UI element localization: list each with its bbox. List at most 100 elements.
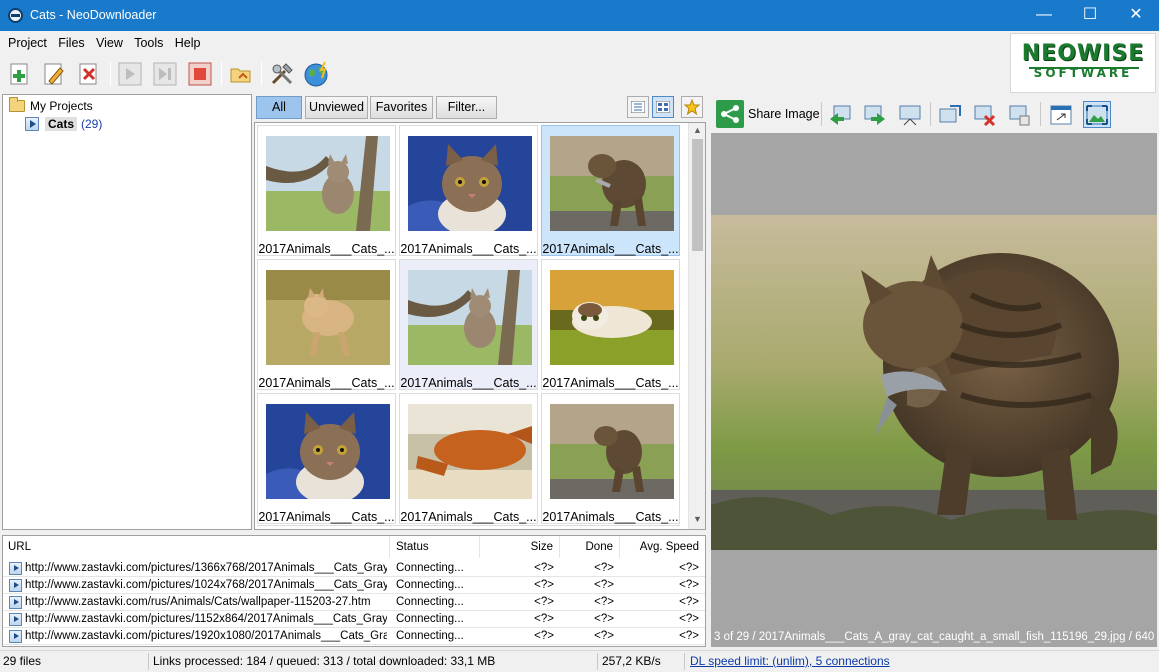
thumbnail-item[interactable]: 2017Animals___Cats_...	[399, 393, 538, 524]
tree-project-count: (29)	[81, 117, 103, 131]
next-image-icon[interactable]	[861, 101, 889, 128]
thumbnail-item[interactable]: 2017Animals___Cats_...	[399, 125, 538, 256]
download-status: Connecting...	[396, 596, 464, 608]
column-header-done[interactable]: Done	[560, 536, 620, 558]
menu-help[interactable]: Help	[167, 31, 201, 50]
speed-limit-link[interactable]: DL speed limit: (unlim), 5 connections	[690, 654, 890, 668]
column-header-size[interactable]: Size	[480, 536, 560, 558]
download-row[interactable]: http://www.zastavki.com/rus/Animals/Cats…	[3, 594, 705, 611]
thumbnail-caption: 2017Animals___Cats_...	[258, 510, 395, 524]
download-row[interactable]: http://www.zastavki.com/pictures/1920x10…	[3, 628, 705, 645]
folder-icon	[9, 97, 25, 112]
download-speed: <?>	[679, 579, 699, 591]
thumbnail-caption: 2017Animals___Cats_...	[542, 510, 679, 524]
cat-sunlit-photo	[550, 270, 674, 365]
download-status: Connecting...	[396, 613, 464, 625]
column-header-speed[interactable]: Avg. Speed	[620, 536, 705, 558]
filter-unviewed-button[interactable]: Unviewed	[305, 96, 368, 119]
column-header-status[interactable]: Status	[390, 536, 480, 558]
scroll-thumb[interactable]	[692, 139, 703, 251]
skip-icon[interactable]	[151, 60, 179, 88]
status-divider	[148, 653, 149, 670]
download-row[interactable]: http://www.zastavki.com/pictures/1366x76…	[3, 560, 705, 577]
thumbnail-item[interactable]: 2017Animals___Cats_...	[541, 259, 680, 390]
thumbnail-item[interactable]: 2017Animals___Cats_...	[257, 393, 396, 524]
delete-project-icon[interactable]	[75, 60, 103, 88]
browser-icon[interactable]	[303, 60, 331, 88]
minimize-button[interactable]: —	[1021, 0, 1067, 31]
thumbnail-item[interactable]: 2017Animals___Cats_...	[541, 393, 680, 524]
start-icon[interactable]	[116, 60, 144, 88]
edit-project-icon[interactable]	[40, 60, 68, 88]
download-size: <?>	[534, 562, 554, 574]
toolbar-separator	[110, 62, 111, 86]
maximize-button[interactable]: ☐	[1067, 0, 1113, 31]
thumbnail-view-icon[interactable]	[652, 96, 674, 118]
project-play-icon	[25, 117, 39, 131]
menu-view[interactable]: View	[88, 31, 123, 50]
download-url: http://www.zastavki.com/pictures/1366x76…	[25, 562, 387, 574]
download-url: http://www.zastavki.com/rus/Animals/Cats…	[25, 596, 371, 608]
download-status-icon	[9, 579, 22, 592]
tree-project-cats[interactable]: Cats (29)	[25, 115, 102, 133]
app-icon	[8, 8, 23, 23]
thumbnail-caption: 2017Animals___Cats_...	[400, 376, 537, 390]
toolbar-separator	[261, 62, 262, 86]
favorite-star-icon[interactable]	[681, 96, 703, 118]
status-bar: 29 files Links processed: 184 / queued: …	[0, 650, 1159, 672]
download-status: Connecting...	[396, 579, 464, 591]
menu-project[interactable]: Project	[0, 31, 47, 50]
cat-tree-photo	[408, 270, 532, 365]
download-row[interactable]: http://www.zastavki.com/pictures/1152x86…	[3, 611, 705, 628]
download-status: Connecting...	[396, 630, 464, 642]
fit-to-window-icon[interactable]	[1083, 101, 1111, 128]
thumbnail-item[interactable]: 2017Animals___Cats_...	[257, 125, 396, 256]
actual-size-icon[interactable]	[1047, 101, 1075, 128]
scroll-up-icon[interactable]: ▲	[689, 125, 705, 135]
download-speed: <?>	[679, 613, 699, 625]
stop-icon[interactable]	[186, 60, 214, 88]
cat-fish-photo	[550, 404, 674, 499]
preview-photo	[711, 215, 1157, 550]
share-image-button[interactable]: Share Image	[716, 100, 820, 128]
filter-all-button[interactable]: All	[256, 96, 302, 119]
logo-rule	[1029, 67, 1139, 69]
close-button[interactable]: ✕	[1113, 0, 1159, 31]
download-row[interactable]: http://www.zastavki.com/pictures/1024x76…	[3, 577, 705, 594]
thumbnail-item[interactable]: 2017Animals___Cats_...	[257, 259, 396, 390]
download-status-icon	[9, 596, 22, 609]
main-toolbar	[0, 56, 1005, 92]
tree-root-label: My Projects	[30, 99, 93, 113]
thumbnail-item[interactable]: 2017Animals___Cats_...	[399, 259, 538, 390]
download-size: <?>	[534, 596, 554, 608]
delete-image-icon[interactable]	[971, 101, 999, 128]
cat-blue-photo	[408, 136, 532, 231]
title-bar: Cats - NeoDownloader — ☐ ✕	[0, 0, 1159, 31]
project-tree: My Projects Cats (29)	[2, 94, 252, 530]
column-header-url[interactable]: URL	[3, 536, 390, 558]
status-links: Links processed: 184 / queued: 313 / tot…	[153, 654, 496, 668]
download-size: <?>	[534, 630, 554, 642]
filter-custom-button[interactable]: Filter...	[436, 96, 497, 119]
previous-image-icon[interactable]	[826, 101, 854, 128]
open-image-icon[interactable]	[936, 101, 964, 128]
image-preview[interactable]: 3 of 29 / 2017Animals___Cats_A_gray_cat_…	[711, 133, 1157, 647]
menu-tools[interactable]: Tools	[126, 31, 163, 50]
menu-files[interactable]: Files	[50, 31, 84, 50]
thumbnail-caption: 2017Animals___Cats_...	[258, 242, 395, 256]
open-folder-icon[interactable]	[227, 60, 255, 88]
image-properties-icon[interactable]	[1006, 101, 1034, 128]
thumbnail-grid: 2017Animals___Cats_... 2017Animals___Cat…	[254, 122, 706, 530]
new-project-icon[interactable]	[6, 60, 34, 88]
list-view-icon[interactable]	[627, 96, 649, 118]
grid-scrollbar[interactable]: ▲ ▼	[688, 123, 705, 529]
filter-favorites-button[interactable]: Favorites	[370, 96, 433, 119]
thumbnail-item[interactable]: 2017Animals___Cats_...	[541, 125, 680, 256]
tree-root[interactable]: My Projects	[9, 97, 93, 115]
tools-icon[interactable]	[268, 60, 296, 88]
thumbnail-row-partial	[257, 525, 680, 529]
slideshow-icon[interactable]	[896, 101, 924, 128]
neowise-logo[interactable]: NEOWISE SOFTWARE	[1010, 33, 1156, 93]
download-url: http://www.zastavki.com/pictures/1920x10…	[25, 630, 387, 642]
scroll-down-icon[interactable]: ▼	[689, 514, 705, 524]
